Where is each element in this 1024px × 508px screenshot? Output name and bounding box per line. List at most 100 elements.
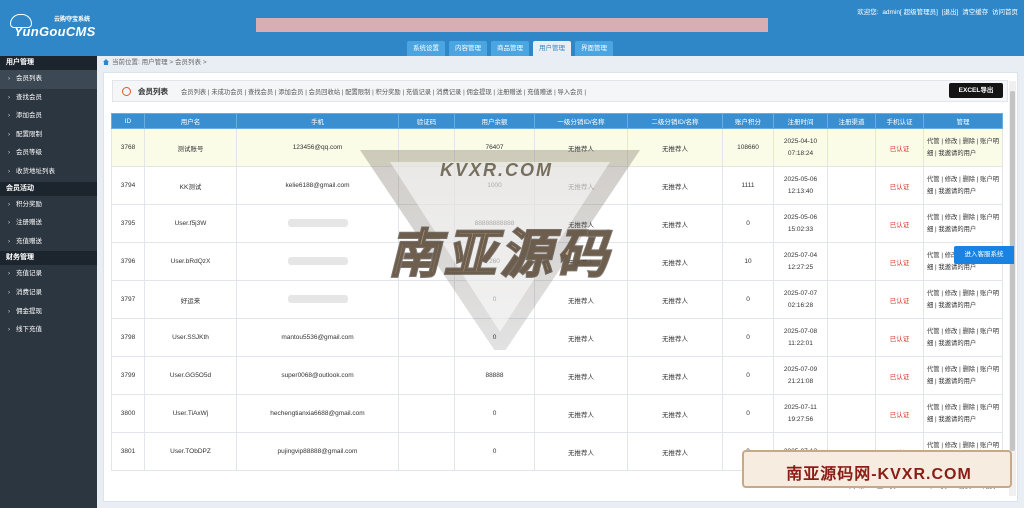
cell-level1: 无推荐人 xyxy=(534,394,628,433)
column-header: ID xyxy=(111,113,145,129)
sidebar-item[interactable]: › 查找会员 xyxy=(0,89,97,108)
cell-username: 好运来 xyxy=(144,280,237,319)
chevron-right-icon: › xyxy=(8,308,10,315)
sidebar-group-title[interactable]: 财务管理 xyxy=(0,251,97,266)
sidebar-item[interactable]: › 注册赠送 xyxy=(0,214,97,233)
column-header: 二级分销ID/名称 xyxy=(627,113,723,129)
cell-id: 3768 xyxy=(111,128,145,167)
cell-username: 测试账号 xyxy=(144,128,237,167)
cell-level1: 无推荐人 xyxy=(534,242,628,281)
cell-actions[interactable]: 代管 | 修改 | 删除 | 账户明细 | 我邀请的用户 xyxy=(923,318,1003,357)
sidebar-item[interactable]: › 充值记录 xyxy=(0,265,97,284)
nav-tab[interactable]: 内容管理 xyxy=(449,41,487,56)
cell-id: 3796 xyxy=(111,242,145,281)
brand-logo[interactable]: 云购夺宝系统 YunGouCMS xyxy=(10,10,98,42)
sidebar-item[interactable]: › 会员列表 xyxy=(0,70,97,89)
cell-actions[interactable]: 代管 | 修改 | 删除 | 账户明细 | 我邀请的用户 xyxy=(923,356,1003,395)
cell-level2: 无推荐人 xyxy=(627,242,723,281)
cell-register-time: 2025-05-06 12:13:40 xyxy=(773,166,828,205)
cell-balance: 88888888888 xyxy=(454,204,535,243)
breadcrumb: 当前位置: 用户管理 > 会员列表 > xyxy=(103,57,207,69)
logo-brand: YunGouCMS xyxy=(14,24,96,39)
subnav-title: 会员列表 xyxy=(138,87,168,96)
cell-level2: 无推荐人 xyxy=(627,394,723,433)
cell-id: 3797 xyxy=(111,280,145,319)
cell-username: User.f5j3W xyxy=(144,204,237,243)
table-row[interactable]: 3799 User.GG5O5d super0068@outlook.com 8888… xyxy=(111,356,1003,395)
cell-username: User.SSJKth xyxy=(144,318,237,357)
table-row[interactable]: 3796 User.bRdQzX 260 无推荐人 无推荐人 10 2025-07-04 12… xyxy=(111,242,1003,281)
table-row[interactable]: 3768 测试账号 123456@qq.com 76407 无推荐人 无推荐人 108660… xyxy=(111,128,1003,167)
home-icon[interactable] xyxy=(103,59,109,65)
sidebar-item[interactable]: › 消费记录 xyxy=(0,284,97,303)
register-date: 2025-07-08 xyxy=(783,327,818,335)
gear-icon xyxy=(122,87,131,96)
sidebar-item[interactable]: › 会员等级 xyxy=(0,144,97,163)
sidebar-item[interactable]: › 佣金提现 xyxy=(0,303,97,322)
cell-channel xyxy=(827,318,876,357)
table-row[interactable]: 3797 好运来 0 无推荐人 无推荐人 0 2025-07-07 02:16:28 已认证 代管… xyxy=(111,280,1003,319)
table-row[interactable]: 3800 User.TiAxWj hechengtianxia6688@gmail.… xyxy=(111,394,1003,433)
sidebar-item[interactable]: › 配置限制 xyxy=(0,126,97,145)
sidebar-item[interactable]: › 充值赠送 xyxy=(0,233,97,252)
register-clock: 11:22:01 xyxy=(788,339,813,347)
column-header: 手机 xyxy=(236,113,399,129)
cell-actions[interactable]: 代管 | 修改 | 删除 | 账户明细 | 我邀请的用户 xyxy=(923,394,1003,433)
excel-export-button[interactable]: EXCEL导出 xyxy=(949,83,1003,98)
table-row[interactable]: 3794 KK测试 kelie6188@gmail.com 1000 无推荐人 无推荐人 1… xyxy=(111,166,1003,205)
register-clock: 07:18:24 xyxy=(787,149,814,157)
cell-id: 3799 xyxy=(111,356,145,395)
logo-slogan: 云购夺宝系统 xyxy=(54,17,91,23)
nav-tab[interactable]: 商品管理 xyxy=(491,41,529,56)
visit-home-link[interactable]: 访问首页 xyxy=(992,9,1018,16)
chevron-right-icon: › xyxy=(8,220,10,227)
cell-id: 3794 xyxy=(111,166,145,205)
column-header: 注册时间 xyxy=(773,113,828,129)
cell-actions[interactable]: 代管 | 修改 | 删除 | 账户明细 | 我邀请的用户 xyxy=(923,128,1003,167)
cell-actions[interactable]: 代管 | 修改 | 删除 | 账户明细 | 我邀请的用户 xyxy=(923,280,1003,319)
cell-channel xyxy=(827,242,876,281)
sidebar-item-label: 充值赠送 xyxy=(16,237,42,245)
nav-tab[interactable]: 系统设置 xyxy=(407,41,445,56)
sidebar-item-label: 配置限制 xyxy=(16,130,42,138)
top-user-links: 欢迎您: admin[ 超级管理员] [退出] 清空缓存 访问首页 xyxy=(855,6,1018,16)
scrollbar-thumb[interactable] xyxy=(1010,91,1015,451)
logout-link[interactable]: [退出] xyxy=(942,9,959,16)
subnav-links[interactable]: 会员列表 | 未成功会员 | 查找会员 | 添加会员 | 会员回收站 | 配置限… xyxy=(181,87,586,96)
sidebar-item-label: 注册赠送 xyxy=(16,219,42,227)
sidebar-group-title[interactable]: 会员活动 xyxy=(0,181,97,196)
cell-actions[interactable]: 代管 | 修改 | 删除 | 账户明细 | 我邀请的用户 xyxy=(923,166,1003,205)
cell-level1: 无推荐人 xyxy=(534,280,628,319)
sidebar-item[interactable]: › 积分奖励 xyxy=(0,196,97,215)
cell-channel xyxy=(827,394,876,433)
customer-service-button[interactable]: 进入客服系统 xyxy=(954,246,1014,264)
cell-register-time: 2025-07-09 21:21:08 xyxy=(773,356,828,395)
table-row[interactable]: 3795 User.f5j3W 88888888888 无推荐人 无推荐人 0 2025-0… xyxy=(111,204,1003,243)
column-header: 手机认证 xyxy=(875,113,924,129)
cell-level1: 无推荐人 xyxy=(534,166,628,205)
cell-phone: 123456@qq.com xyxy=(236,128,399,167)
clear-cache-link[interactable]: 清空缓存 xyxy=(962,9,988,16)
cell-register-time: 2025-04-10 07:18:24 xyxy=(773,128,828,167)
redacted-phone xyxy=(287,256,348,265)
cell-level1: 无推荐人 xyxy=(534,356,628,395)
cell-actions[interactable]: 代管 | 修改 | 删除 | 账户明细 | 我邀请的用户 xyxy=(923,204,1003,243)
sidebar-item[interactable]: › 收货地址列表 xyxy=(0,163,97,182)
sidebar-item[interactable]: › 线下充值 xyxy=(0,321,97,340)
vertical-scrollbar[interactable] xyxy=(1009,81,1016,496)
header-banner-placeholder xyxy=(256,18,768,32)
sidebar-item[interactable]: › 添加会员 xyxy=(0,107,97,126)
nav-tab[interactable]: 用户管理 xyxy=(533,41,571,56)
sidebar-item-label: 消费记录 xyxy=(16,288,42,296)
sidebar-item-label: 积分奖励 xyxy=(16,200,42,208)
cell-points: 0 xyxy=(722,318,774,357)
table-row[interactable]: 3798 User.SSJKth mantou5536@gmail.com 0 无推荐人… xyxy=(111,318,1003,357)
corner-watermark: 南亚源码网-KVXR.COM xyxy=(742,450,1012,488)
sidebar-item-label: 线下充值 xyxy=(16,326,42,334)
cell-level1: 无推荐人 xyxy=(534,204,628,243)
sidebar-group-title[interactable]: 用户管理 xyxy=(0,56,97,70)
column-header: 一级分销ID/名称 xyxy=(534,113,628,129)
cell-balance: 260 xyxy=(454,242,535,281)
nav-tab[interactable]: 界面管理 xyxy=(575,41,613,56)
cell-register-time: 2025-07-11 19:27:56 xyxy=(773,394,828,433)
